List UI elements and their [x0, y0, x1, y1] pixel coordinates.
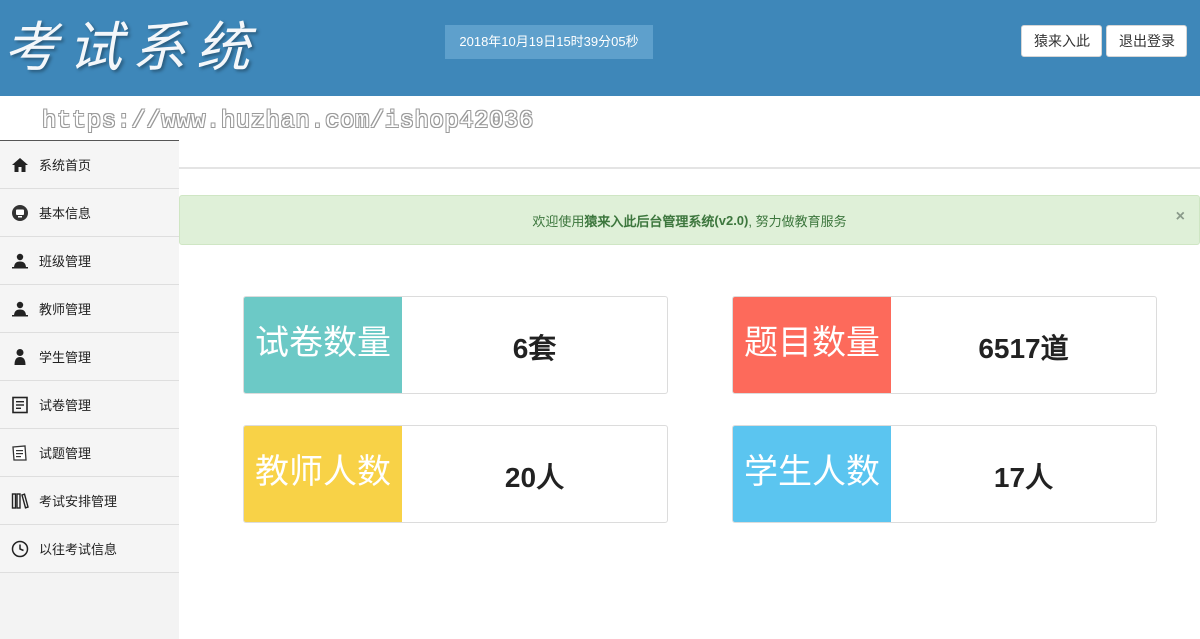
header-bar: 考试系统 2018年10月19日15时39分05秒 猿来入此 退出登录: [0, 0, 1200, 96]
teacher-icon: [10, 299, 30, 319]
stat-card-teachers: 教师人数 20人: [243, 425, 668, 523]
stat-card-papers: 试卷数量 6套: [243, 296, 668, 394]
stat-value: 6套: [512, 333, 557, 364]
app-logo: 考试系统: [4, 16, 260, 79]
sidebar-item-label: 班级管理: [39, 254, 92, 269]
monitor-icon: [10, 203, 30, 223]
logout-button[interactable]: 退出登录: [1106, 25, 1187, 57]
sidebar-item-label: 试卷管理: [39, 398, 92, 413]
sidebar-item-class[interactable]: 班级管理: [0, 237, 179, 285]
content-divider: [179, 167, 1200, 169]
sidebar-item-label: 系统首页: [39, 158, 92, 173]
stat-value: 6517道: [978, 333, 1069, 364]
stat-label: 教师人数: [244, 426, 402, 522]
stat-value: 20人: [504, 462, 565, 493]
notepad-icon: [10, 443, 30, 463]
student-icon: [10, 347, 30, 367]
watermark-url: https://www.huzhan.com/ishop42036: [42, 108, 534, 135]
sidebar-item-paper[interactable]: 试卷管理: [0, 381, 179, 429]
alert-prefix: 欢迎使用: [532, 213, 585, 229]
stat-label: 试卷数量: [244, 297, 402, 393]
alert-suffix: , 努力做教育服务: [748, 213, 847, 229]
sidebar-item-label: 基本信息: [39, 206, 92, 221]
stat-label: 学生人数: [733, 426, 891, 522]
document-icon: [10, 395, 30, 415]
clock-icon: [10, 539, 30, 559]
sidebar-item-student[interactable]: 学生管理: [0, 333, 179, 381]
close-icon[interactable]: ×: [1176, 208, 1185, 226]
sidebar-item-basic-info[interactable]: 基本信息: [0, 189, 179, 237]
stat-value: 17人: [993, 462, 1054, 493]
sidebar-item-home[interactable]: 系统首页: [0, 141, 179, 189]
sidebar-item-label: 考试安排管理: [39, 494, 118, 509]
sidebar-item-label: 试题管理: [39, 446, 92, 461]
stat-card-questions: 题目数量 6517道: [732, 296, 1157, 394]
sidebar-item-exam-schedule[interactable]: 考试安排管理: [0, 477, 179, 525]
stat-card-students: 学生人数 17人: [732, 425, 1157, 523]
welcome-alert: 欢迎使用 猿来入此后台管理系统 (v2.0) , 努力做教育服务 ×: [179, 195, 1200, 245]
books-icon: [10, 491, 30, 511]
home-icon: [10, 155, 30, 175]
users-icon: [10, 251, 30, 271]
datetime-display: 2018年10月19日15时39分05秒: [445, 25, 653, 59]
sidebar-item-teacher[interactable]: 教师管理: [0, 285, 179, 333]
sidebar-item-question[interactable]: 试题管理: [0, 429, 179, 477]
stat-label: 题目数量: [733, 297, 891, 393]
sidebar-item-label: 以往考试信息: [39, 542, 118, 557]
sidebar: 系统首页 基本信息 班级管理 教师管理 学生管理 试卷管理 试题管理 考试安排管…: [0, 140, 179, 639]
alert-version: (v2.0): [714, 212, 749, 228]
sidebar-item-label: 学生管理: [39, 350, 92, 365]
sidebar-item-label: 教师管理: [39, 302, 92, 317]
alert-brand: 猿来入此后台管理系统: [584, 213, 715, 229]
sidebar-item-past-exams[interactable]: 以往考试信息: [0, 525, 179, 573]
user-button[interactable]: 猿来入此: [1021, 25, 1102, 57]
